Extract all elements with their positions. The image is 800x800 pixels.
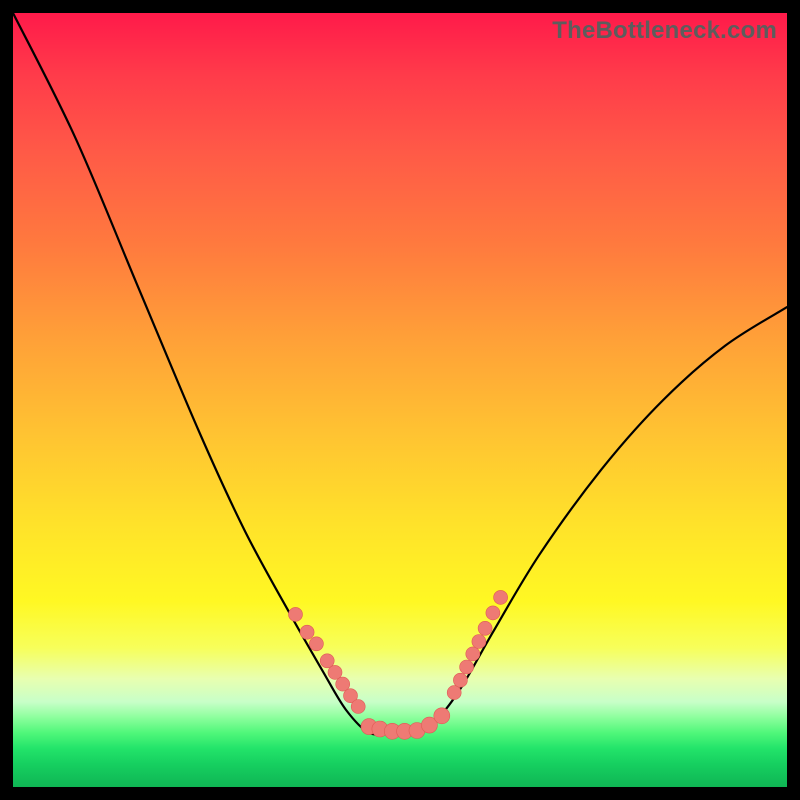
bottleneck-curve [13,13,787,735]
chart-svg [13,13,787,787]
data-marker [336,677,350,691]
data-marker [460,660,474,674]
data-marker [300,625,314,639]
data-marker [472,635,486,649]
data-marker [320,654,334,668]
data-marker [351,700,365,714]
chart-frame: TheBottleneck.com [13,13,787,787]
data-marker [309,637,323,651]
data-marker [486,606,500,620]
watermark-text: TheBottleneck.com [552,17,777,45]
data-marker [466,647,480,661]
data-marker [494,590,508,604]
data-marker [289,607,303,621]
data-marker [447,686,461,700]
data-marker [434,708,450,724]
data-marker [478,621,492,635]
data-marker [328,665,342,679]
data-marker [453,673,467,687]
